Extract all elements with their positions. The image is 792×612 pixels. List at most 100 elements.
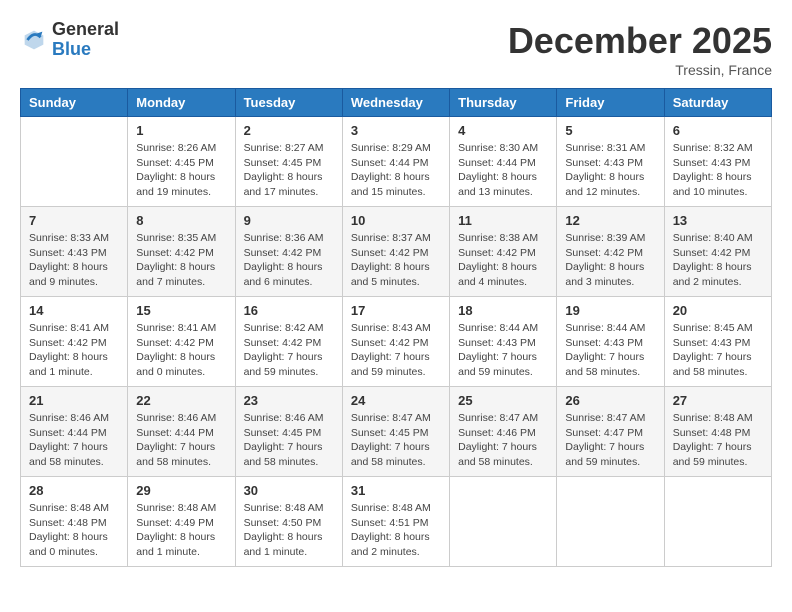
day-number: 29 [136,483,226,498]
calendar-cell: 27 Sunrise: 8:48 AMSunset: 4:48 PMDayligh… [664,387,771,477]
calendar-cell: 19 Sunrise: 8:44 AMSunset: 4:43 PMDayligh… [557,297,664,387]
calendar-cell: 23 Sunrise: 8:46 AMSunset: 4:45 PMDayligh… [235,387,342,477]
day-number: 22 [136,393,226,408]
day-info: Sunrise: 8:40 AMSunset: 4:42 PMDaylight:… [673,231,763,290]
day-info: Sunrise: 8:46 AMSunset: 4:44 PMDaylight:… [29,411,119,470]
calendar-cell [557,477,664,567]
day-number: 15 [136,303,226,318]
day-number: 18 [458,303,548,318]
day-number: 30 [244,483,334,498]
calendar-cell: 7Sunrise: 8:33 AMSunset: 4:43 PMDaylight… [21,207,128,297]
day-info: Sunrise: 8:36 AMSunset: 4:42 PMDaylight:… [244,231,334,290]
calendar-cell: 29 Sunrise: 8:48 AMSunset: 4:49 PMDayligh… [128,477,235,567]
calendar-cell: 30 Sunrise: 8:48 AMSunset: 4:50 PMDayligh… [235,477,342,567]
day-number: 31 [351,483,441,498]
weekday-header-monday: Monday [128,89,235,117]
calendar-cell: 21 Sunrise: 8:46 AMSunset: 4:44 PMDayligh… [21,387,128,477]
calendar-cell [450,477,557,567]
calendar-week-5: 28 Sunrise: 8:48 AMSunset: 4:48 PMDayligh… [21,477,772,567]
day-info: Sunrise: 8:42 AMSunset: 4:42 PMDaylight:… [244,321,334,380]
day-info: Sunrise: 8:29 AMSunset: 4:44 PMDaylight:… [351,141,441,200]
day-info: Sunrise: 8:47 AMSunset: 4:46 PMDaylight:… [458,411,548,470]
day-number: 1 [136,123,226,138]
title-block: December 2025 Tressin, France [508,20,772,78]
calendar-cell: 2Sunrise: 8:27 AMSunset: 4:45 PMDaylight… [235,117,342,207]
calendar-cell: 8 Sunrise: 8:35 AMSunset: 4:42 PMDaylight… [128,207,235,297]
logo-blue: Blue [52,40,119,60]
day-info: Sunrise: 8:46 AMSunset: 4:45 PMDaylight:… [244,411,334,470]
day-number: 3 [351,123,441,138]
day-number: 25 [458,393,548,408]
day-info: Sunrise: 8:26 AMSunset: 4:45 PMDaylight:… [136,141,226,200]
calendar-week-2: 7Sunrise: 8:33 AMSunset: 4:43 PMDaylight… [21,207,772,297]
day-info: Sunrise: 8:48 AMSunset: 4:51 PMDaylight:… [351,501,441,560]
calendar-week-3: 14 Sunrise: 8:41 AMSunset: 4:42 PMDayligh… [21,297,772,387]
day-number: 28 [29,483,119,498]
calendar-cell [664,477,771,567]
calendar-cell: 1 Sunrise: 8:26 AMSunset: 4:45 PMDaylight… [128,117,235,207]
day-info: Sunrise: 8:48 AMSunset: 4:48 PMDaylight:… [29,501,119,560]
day-info: Sunrise: 8:44 AMSunset: 4:43 PMDaylight:… [565,321,655,380]
day-number: 13 [673,213,763,228]
day-number: 14 [29,303,119,318]
calendar-cell: 26 Sunrise: 8:47 AMSunset: 4:47 PMDayligh… [557,387,664,477]
weekday-header-row: SundayMondayTuesdayWednesdayThursdayFrid… [21,89,772,117]
day-number: 26 [565,393,655,408]
day-info: Sunrise: 8:38 AMSunset: 4:42 PMDaylight:… [458,231,548,290]
logo-general: General [52,20,119,40]
day-info: Sunrise: 8:48 AMSunset: 4:48 PMDaylight:… [673,411,763,470]
logo-icon [20,26,48,54]
location: Tressin, France [508,62,772,78]
day-info: Sunrise: 8:48 AMSunset: 4:49 PMDaylight:… [136,501,226,560]
calendar-cell: 24 Sunrise: 8:47 AMSunset: 4:45 PMDayligh… [342,387,449,477]
calendar-cell: 6 Sunrise: 8:32 AMSunset: 4:43 PMDaylight… [664,117,771,207]
calendar-week-4: 21 Sunrise: 8:46 AMSunset: 4:44 PMDayligh… [21,387,772,477]
day-info: Sunrise: 8:46 AMSunset: 4:44 PMDaylight:… [136,411,226,470]
day-number: 6 [673,123,763,138]
day-number: 12 [565,213,655,228]
calendar-week-1: 1 Sunrise: 8:26 AMSunset: 4:45 PMDaylight… [21,117,772,207]
weekday-header-thursday: Thursday [450,89,557,117]
day-info: Sunrise: 8:43 AMSunset: 4:42 PMDaylight:… [351,321,441,380]
calendar-cell [21,117,128,207]
day-info: Sunrise: 8:47 AMSunset: 4:45 PMDaylight:… [351,411,441,470]
logo: General Blue [20,20,119,60]
calendar-cell: 10Sunrise: 8:37 AMSunset: 4:42 PMDayligh… [342,207,449,297]
month-title: December 2025 [508,20,772,62]
day-number: 27 [673,393,763,408]
day-info: Sunrise: 8:31 AMSunset: 4:43 PMDaylight:… [565,141,655,200]
day-number: 11 [458,213,548,228]
day-info: Sunrise: 8:45 AMSunset: 4:43 PMDaylight:… [673,321,763,380]
day-number: 4 [458,123,548,138]
day-number: 2 [244,123,334,138]
calendar-cell: 15Sunrise: 8:41 AMSunset: 4:42 PMDayligh… [128,297,235,387]
day-number: 21 [29,393,119,408]
day-info: Sunrise: 8:30 AMSunset: 4:44 PMDaylight:… [458,141,548,200]
calendar-cell: 20Sunrise: 8:45 AMSunset: 4:43 PMDayligh… [664,297,771,387]
calendar-cell: 31 Sunrise: 8:48 AMSunset: 4:51 PMDayligh… [342,477,449,567]
calendar-cell: 17Sunrise: 8:43 AMSunset: 4:42 PMDayligh… [342,297,449,387]
day-number: 24 [351,393,441,408]
day-number: 9 [244,213,334,228]
calendar-table: SundayMondayTuesdayWednesdayThursdayFrid… [20,88,772,567]
day-info: Sunrise: 8:32 AMSunset: 4:43 PMDaylight:… [673,141,763,200]
weekday-header-wednesday: Wednesday [342,89,449,117]
day-number: 8 [136,213,226,228]
weekday-header-sunday: Sunday [21,89,128,117]
day-number: 19 [565,303,655,318]
day-info: Sunrise: 8:41 AMSunset: 4:42 PMDaylight:… [29,321,119,380]
day-info: Sunrise: 8:44 AMSunset: 4:43 PMDaylight:… [458,321,548,380]
day-info: Sunrise: 8:47 AMSunset: 4:47 PMDaylight:… [565,411,655,470]
calendar-cell: 12Sunrise: 8:39 AMSunset: 4:42 PMDayligh… [557,207,664,297]
calendar-cell: 5 Sunrise: 8:31 AMSunset: 4:43 PMDaylight… [557,117,664,207]
calendar-cell: 18 Sunrise: 8:44 AMSunset: 4:43 PMDayligh… [450,297,557,387]
day-number: 5 [565,123,655,138]
day-info: Sunrise: 8:48 AMSunset: 4:50 PMDaylight:… [244,501,334,560]
day-info: Sunrise: 8:35 AMSunset: 4:42 PMDaylight:… [136,231,226,290]
weekday-header-friday: Friday [557,89,664,117]
calendar-cell: 3 Sunrise: 8:29 AMSunset: 4:44 PMDaylight… [342,117,449,207]
calendar-cell: 14 Sunrise: 8:41 AMSunset: 4:42 PMDayligh… [21,297,128,387]
day-number: 23 [244,393,334,408]
calendar-cell: 9 Sunrise: 8:36 AMSunset: 4:42 PMDaylight… [235,207,342,297]
logo-text: General Blue [52,20,119,60]
